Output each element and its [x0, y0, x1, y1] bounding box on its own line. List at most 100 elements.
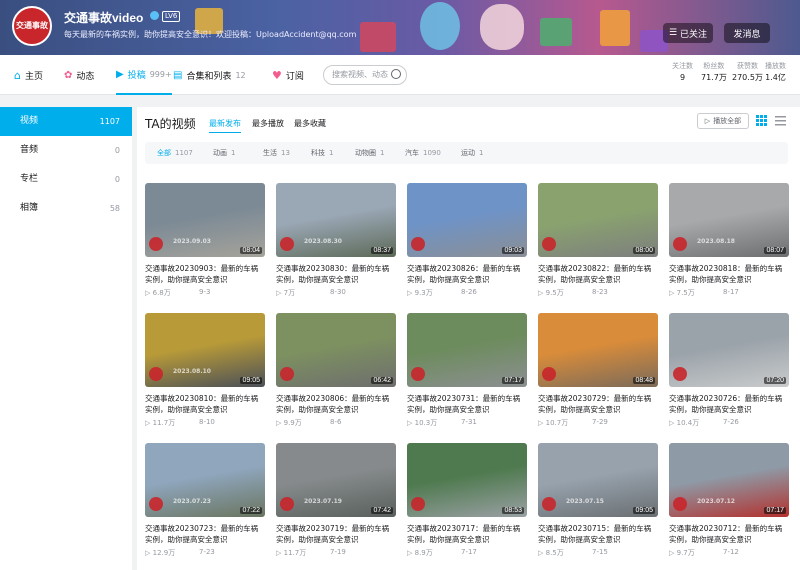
video-thumbnail[interactable]: 08:00 [538, 183, 658, 257]
user-sign: 每天最新的车祸实例，助你提高安全意识！欢迎投稿：UploadAccident@q… [64, 30, 357, 39]
video-thumbnail[interactable]: 2023.07.15 09:05 [538, 443, 658, 517]
play-count-value: 11.7万 [152, 419, 176, 427]
stat-label: 播放数 [765, 62, 786, 70]
avatar[interactable]: 交通事故 [12, 6, 52, 46]
video-title[interactable]: 交通事故20230729：最新的车祸实例，助你提高安全意识 [538, 393, 658, 415]
video-card[interactable]: 08:53 交通事故20230717：最新的车祸实例，助你提高安全意识 ▷ 8.9万… [407, 443, 527, 558]
tab-videos[interactable]: ▶ 投稿 999+ [116, 55, 172, 95]
video-card[interactable]: 2023.09.03 08:04 交通事故20230903：最新的车祸实例，助你提高… [145, 183, 265, 298]
filter-life[interactable]: 生活 13 [263, 142, 290, 164]
watermark-logo [149, 497, 163, 511]
tab-home[interactable]: ⌂ 主页 [14, 55, 43, 95]
filter-tech[interactable]: 科技 1 [311, 142, 333, 164]
sidebar-item-articles[interactable]: 专栏 0 [0, 165, 132, 194]
avatar-text: 交通事故 [16, 21, 48, 30]
video-card[interactable]: 09:03 交通事故20230826：最新的车祸实例，助你提高安全意识 ▷ 9.3万… [407, 183, 527, 298]
video-card[interactable]: 2023.08.18 08:07 交通事故20230818：最新的车祸实例，助你提高… [669, 183, 789, 298]
video-title[interactable]: 交通事故20230830：最新的车祸实例，助你提高安全意识 [276, 263, 396, 285]
filter-all[interactable]: 全部 1107 [157, 142, 193, 164]
video-title[interactable]: 交通事故20230731：最新的车祸实例，助你提高安全意识 [407, 393, 527, 415]
video-title[interactable]: 交通事故20230818：最新的车祸实例，助你提高安全意识 [669, 263, 789, 285]
video-thumbnail[interactable]: 2023.07.19 07:42 [276, 443, 396, 517]
tab-subscriptions[interactable]: ♥ 订阅 [272, 55, 304, 95]
video-thumbnail[interactable]: 06:42 [276, 313, 396, 387]
video-thumbnail[interactable]: 2023.08.30 08:37 [276, 183, 396, 257]
filter-label: 运动 [461, 149, 475, 157]
video-thumbnail[interactable]: 2023.08.10 09:05 [145, 313, 265, 387]
video-title[interactable]: 交通事故20230810：最新的车祸实例，助你提高安全意识 [145, 393, 265, 415]
video-duration: 08:04 [240, 247, 262, 254]
video-title[interactable]: 交通事故20230822：最新的车祸实例，助你提高安全意识 [538, 263, 658, 285]
filter-animation[interactable]: 动画 1 [213, 142, 235, 164]
video-card[interactable]: 2023.07.19 07:42 交通事故20230719：最新的车祸实例，助你提高… [276, 443, 396, 558]
sort-latest[interactable]: 最新发布 [209, 118, 241, 133]
search-placeholder: 搜索视频、动态 [332, 70, 388, 79]
video-card[interactable]: 06:42 交通事故20230806：最新的车祸实例，助你提高安全意识 ▷ 9.9万… [276, 313, 396, 428]
sidebar-item-videos[interactable]: 视频 1107 [0, 107, 132, 136]
video-card[interactable]: 07:17 交通事故20230731：最新的车祸实例，助你提高安全意识 ▷ 10.3… [407, 313, 527, 428]
sidebar-item-label: 视频 [20, 116, 39, 126]
follow-button[interactable]: ☰ 已关注 [663, 23, 713, 43]
video-thumbnail[interactable]: 2023.07.23 07:22 [145, 443, 265, 517]
sidebar-item-audio[interactable]: 音频 0 [0, 136, 132, 165]
play-count-value: 10.4万 [676, 419, 700, 427]
home-icon: ⌂ [14, 68, 21, 82]
sort-most-played[interactable]: 最多播放 [252, 118, 284, 129]
video-thumbnail[interactable]: 2023.08.18 08:07 [669, 183, 789, 257]
video-card[interactable]: 2023.08.10 09:05 交通事故20230810：最新的车祸实例，助你提高… [145, 313, 265, 428]
sidebar-item-albums[interactable]: 相簿 58 [0, 194, 132, 223]
tab-dynamic[interactable]: ✿ 动态 [64, 55, 94, 95]
video-thumbnail[interactable]: 09:03 [407, 183, 527, 257]
thumbnail-date: 2023.08.18 [697, 238, 735, 245]
stat-following[interactable]: 关注数 9 [672, 61, 693, 83]
video-title[interactable]: 交通事故20230715：最新的车祸实例，助你提高安全意识 [538, 523, 658, 545]
sidebar: 视频 1107 音频 0 专栏 0 相簿 58 [0, 107, 132, 570]
video-thumbnail[interactable]: 2023.07.12 07:17 [669, 443, 789, 517]
video-title[interactable]: 交通事故20230719：最新的车祸实例，助你提高安全意识 [276, 523, 396, 545]
filter-animals[interactable]: 动物圈 1 [355, 142, 384, 164]
video-card[interactable]: 2023.07.12 07:17 交通事故20230712：最新的车祸实例，助你提高… [669, 443, 789, 558]
stat-fans[interactable]: 粉丝数 71.7万 [701, 61, 727, 83]
video-card[interactable]: 2023.08.30 08:37 交通事故20230830：最新的车祸实例，助你提高… [276, 183, 396, 298]
video-title[interactable]: 交通事故20230903：最新的车祸实例，助你提高安全意识 [145, 263, 265, 285]
grid-view-icon[interactable] [756, 115, 767, 126]
dynamic-icon: ✿ [64, 69, 73, 81]
search-icon[interactable] [391, 69, 401, 79]
video-title[interactable]: 交通事故20230726：最新的车祸实例，助你提高安全意识 [669, 393, 789, 415]
username[interactable]: 交通事故video [64, 9, 143, 26]
video-thumbnail[interactable]: 08:53 [407, 443, 527, 517]
play-all-button[interactable]: ▷ 播放全部 [697, 113, 749, 129]
video-meta: ▷ 10.4万 7-26 [669, 418, 789, 428]
play-count-value: 9.5万 [545, 289, 564, 297]
video-title[interactable]: 交通事故20230723：最新的车祸实例，助你提高安全意识 [145, 523, 265, 545]
video-title[interactable]: 交通事故20230717：最新的车祸实例，助你提高安全意识 [407, 523, 527, 545]
video-card[interactable]: 2023.07.23 07:22 交通事故20230723：最新的车祸实例，助你提高… [145, 443, 265, 558]
upload-date: 8-26 [461, 288, 477, 296]
search-input[interactable]: 搜索视频、动态 [323, 65, 407, 85]
filter-label: 动物圈 [355, 149, 376, 157]
video-card[interactable]: 2023.07.15 09:05 交通事故20230715：最新的车祸实例，助你提高… [538, 443, 658, 558]
filter-sports[interactable]: 运动 1 [461, 142, 483, 164]
video-meta: ▷ 10.7万 7-29 [538, 418, 658, 428]
video-title[interactable]: 交通事故20230806：最新的车祸实例，助你提高安全意识 [276, 393, 396, 415]
video-thumbnail[interactable]: 07:17 [407, 313, 527, 387]
video-thumbnail[interactable]: 08:48 [538, 313, 658, 387]
sort-most-favorited[interactable]: 最多收藏 [294, 118, 326, 129]
filter-count: 1090 [423, 149, 441, 157]
message-button[interactable]: 发消息 [724, 23, 770, 43]
video-card[interactable]: 08:00 交通事故20230822：最新的车祸实例，助你提高安全意识 ▷ 9.5万… [538, 183, 658, 298]
video-title[interactable]: 交通事故20230826：最新的车祸实例，助你提高安全意识 [407, 263, 527, 285]
video-card[interactable]: 08:48 交通事故20230729：最新的车祸实例，助你提高安全意识 ▷ 10.7… [538, 313, 658, 428]
list-view-icon[interactable] [775, 115, 786, 126]
video-meta: ▷ 9.7万 7-12 [669, 548, 789, 558]
filter-cars[interactable]: 汽车 1090 [405, 142, 441, 164]
stat-value: 71.7万 [701, 73, 727, 82]
tab-collections[interactable]: ▤ 合集和列表 12 [173, 55, 246, 95]
watermark-logo [542, 367, 556, 381]
video-title[interactable]: 交通事故20230712：最新的车祸实例，助你提高安全意识 [669, 523, 789, 545]
upload-date: 9-3 [199, 288, 211, 296]
filter-label: 全部 [157, 149, 171, 157]
video-card[interactable]: 07:20 交通事故20230726：最新的车祸实例，助你提高安全意识 ▷ 10.4… [669, 313, 789, 428]
video-thumbnail[interactable]: 07:20 [669, 313, 789, 387]
video-thumbnail[interactable]: 2023.09.03 08:04 [145, 183, 265, 257]
